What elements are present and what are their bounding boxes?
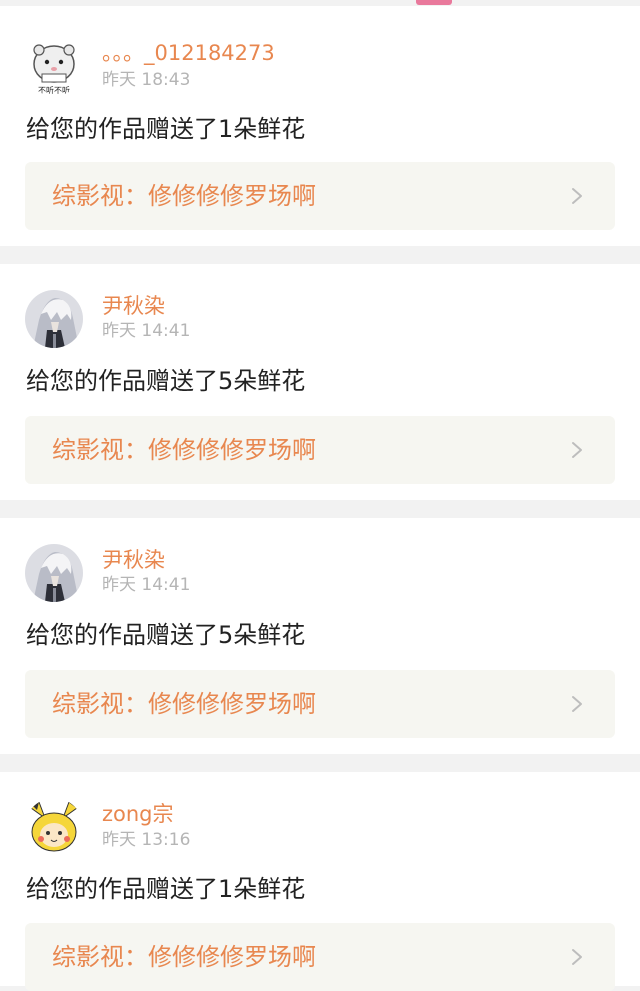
- username[interactable]: zong宗: [102, 801, 174, 827]
- gift-message: 给您的作品赠送了5朵鲜花: [26, 621, 306, 649]
- work-title: 综影视：修修修修罗场啊: [52, 690, 316, 718]
- chevron-right-icon: [567, 947, 587, 967]
- username[interactable]: 。。。_012184273: [102, 40, 275, 66]
- notification-card: zong宗 昨天 13:16 给您的作品赠送了1朵鲜花 综影视：修修修修罗场啊: [0, 772, 640, 991]
- username[interactable]: 尹秋染: [102, 547, 165, 573]
- notification-card: 不听不听 。。。_012184273 昨天 18:43 给您的作品赠送了1朵鲜花…: [0, 6, 640, 246]
- avatar-caption: 不听不听: [38, 86, 70, 95]
- gift-message: 给您的作品赠送了1朵鲜花: [26, 875, 306, 903]
- pikachu-costume-avatar-icon[interactable]: [25, 798, 83, 856]
- chevron-right-icon: [567, 186, 587, 206]
- gift-message: 给您的作品赠送了5朵鲜花: [26, 367, 306, 395]
- work-title: 综影视：修修修修罗场啊: [52, 943, 316, 971]
- work-link-button[interactable]: 综影视：修修修修罗场啊: [25, 670, 615, 738]
- hamster-avatar-icon[interactable]: 不听不听: [25, 38, 83, 96]
- work-link-button[interactable]: 综影视：修修修修罗场啊: [25, 923, 615, 991]
- timestamp: 昨天 13:16: [102, 830, 191, 850]
- username[interactable]: 尹秋染: [102, 293, 165, 319]
- notification-card: 尹秋染 昨天 14:41 给您的作品赠送了5朵鲜花 综影视：修修修修罗场啊: [0, 264, 640, 500]
- notification-card: 尹秋染 昨天 14:41 给您的作品赠送了5朵鲜花 综影视：修修修修罗场啊: [0, 518, 640, 754]
- chevron-right-icon: [567, 694, 587, 714]
- timestamp: 昨天 14:41: [102, 321, 191, 341]
- timestamp: 昨天 14:41: [102, 575, 191, 595]
- work-title: 综影视：修修修修罗场啊: [52, 182, 316, 210]
- work-link-button[interactable]: 综影视：修修修修罗场啊: [25, 416, 615, 484]
- active-tab-indicator: [416, 0, 452, 5]
- anime-character-avatar-icon[interactable]: [25, 290, 83, 348]
- gift-message: 给您的作品赠送了1朵鲜花: [26, 115, 306, 143]
- work-title: 综影视：修修修修罗场啊: [52, 436, 316, 464]
- work-link-button[interactable]: 综影视：修修修修罗场啊: [25, 162, 615, 230]
- chevron-right-icon: [567, 440, 587, 460]
- anime-character-avatar-icon[interactable]: [25, 544, 83, 602]
- timestamp: 昨天 18:43: [102, 70, 191, 90]
